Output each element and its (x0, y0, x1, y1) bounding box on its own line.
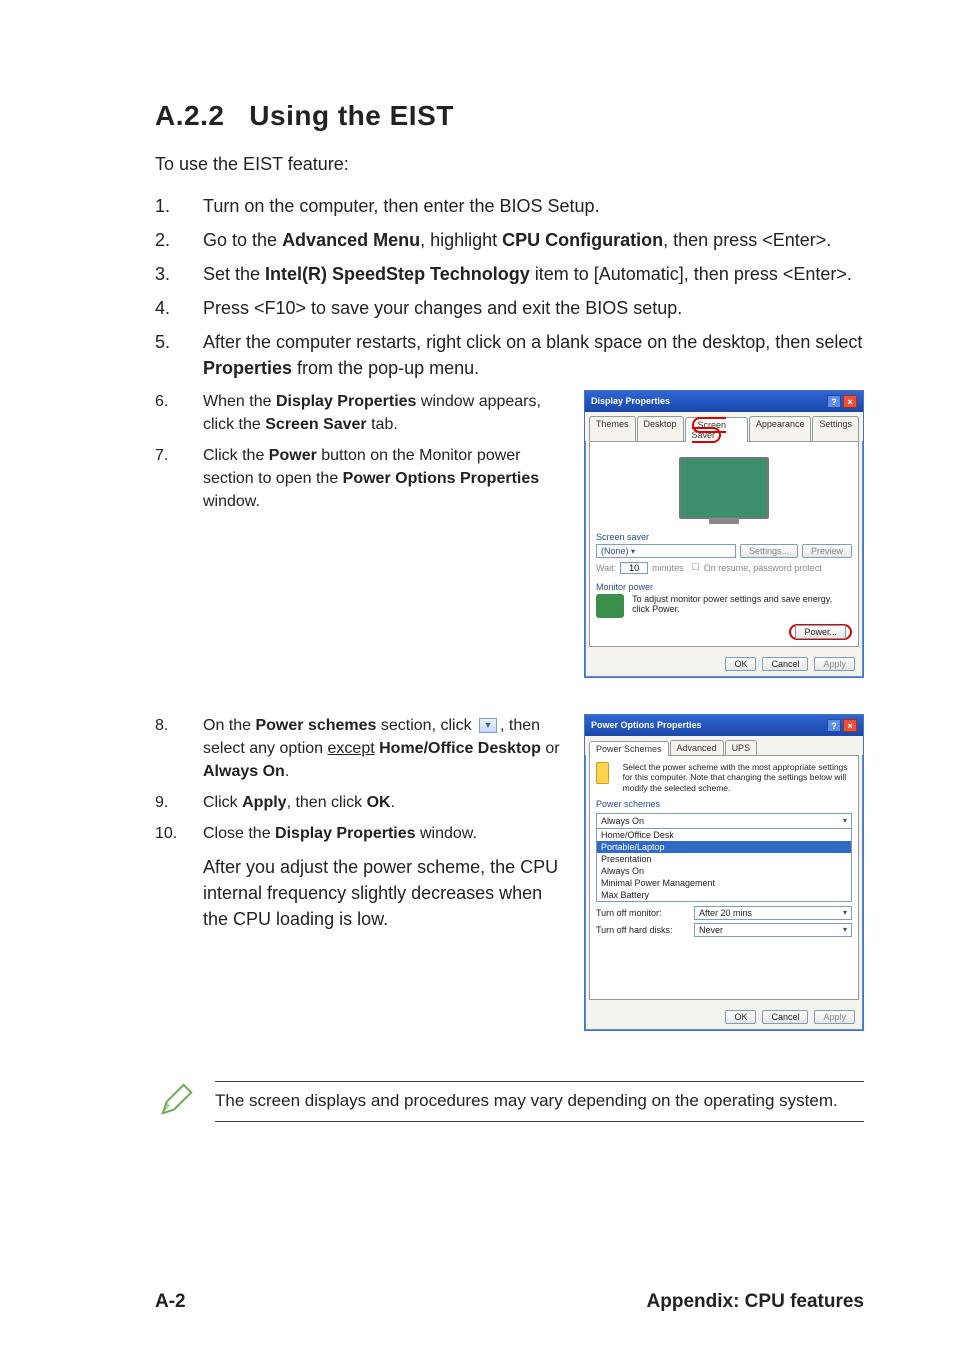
list-item[interactable]: Portable/Laptop (597, 841, 851, 853)
cancel-button[interactable]: Cancel (762, 1010, 808, 1024)
turn-off-disks-select[interactable]: Never▾ (694, 923, 852, 937)
step-number: 5. (155, 329, 203, 381)
help-button[interactable]: ? (827, 719, 841, 732)
battery-icon (596, 762, 609, 784)
cancel-button[interactable]: Cancel (762, 657, 808, 671)
monitor-power-text: To adjust monitor power settings and sav… (632, 594, 852, 616)
wait-input[interactable] (620, 562, 648, 574)
screensaver-select[interactable]: (None) ▾ (596, 544, 736, 558)
apply-button[interactable]: Apply (814, 657, 855, 671)
chevron-down-icon: ▾ (843, 908, 847, 918)
preview-button[interactable]: Preview (802, 544, 852, 558)
chevron-down-icon: ▾ (631, 547, 635, 556)
ok-button[interactable]: OK (725, 657, 756, 671)
step-number: 9. (155, 791, 203, 814)
after-step-10-note: After you adjust the power scheme, the C… (203, 854, 564, 932)
tab-desktop[interactable]: Desktop (637, 416, 684, 441)
list-item[interactable]: Always On (597, 865, 851, 877)
intro-text: To use the EIST feature: (155, 154, 864, 175)
steps-8-10: 8. On the Power schemes section, click ▾… (155, 714, 564, 846)
note-text: The screen displays and procedures may v… (215, 1084, 864, 1119)
list-item[interactable]: Max Battery (597, 889, 851, 901)
highlight-oval: Screen Saver (692, 417, 727, 443)
tab-ups[interactable]: UPS (725, 740, 758, 755)
step-10: Close the Display Properties window. (203, 822, 564, 845)
step-number: 6. (155, 390, 203, 436)
note-separator (215, 1121, 864, 1122)
chevron-down-icon: ▾ (843, 925, 847, 935)
close-button[interactable]: × (843, 719, 857, 732)
footer-title: Appendix: CPU features (647, 1291, 864, 1313)
tab-screensaver[interactable]: Screen Saver (685, 417, 748, 442)
tab-themes[interactable]: Themes (589, 416, 636, 441)
turn-off-monitor-select[interactable]: After 20 mins▾ (694, 906, 852, 920)
step-9: Click Apply, then click OK. (203, 791, 564, 814)
help-button[interactable]: ? (827, 395, 841, 408)
dialog-tabs: Power Schemes Advanced UPS (585, 736, 863, 755)
step-number: 2. (155, 227, 203, 253)
section-heading: A.2.2 Using the EIST (155, 100, 864, 132)
power-schemes-label: Power schemes (596, 799, 852, 809)
ok-button[interactable]: OK (725, 1010, 756, 1024)
steps-list: 1. Turn on the computer, then enter the … (155, 193, 864, 382)
step-number: 1. (155, 193, 203, 219)
screensaver-group-label: Screen saver (596, 532, 852, 542)
section-number: A.2.2 (155, 100, 224, 131)
note-block: The screen displays and procedures may v… (155, 1079, 864, 1124)
dialog-tabs: Themes Desktop Screen Saver Appearance S… (585, 412, 863, 441)
resume-checkbox-label: On resume, password protect (704, 563, 822, 573)
pencil-note-icon (155, 1079, 197, 1121)
step-4: Press <F10> to save your changes and exi… (203, 295, 864, 321)
energy-star-icon (596, 594, 624, 618)
chevron-down-icon: ▾ (843, 816, 847, 825)
power-scheme-options: Home/Office Desk Portable/Laptop Present… (597, 829, 851, 901)
turn-off-monitor-label: Turn off monitor: (596, 908, 688, 918)
step-number: 10. (155, 822, 203, 845)
screensaver-settings-button[interactable]: Settings... (740, 544, 798, 558)
tab-advanced[interactable]: Advanced (670, 740, 724, 755)
dialog-titlebar: Display Properties ? × (585, 391, 863, 412)
wait-label: Wait: (596, 563, 616, 573)
dialog-title: Display Properties (591, 396, 670, 406)
monitor-preview (596, 452, 852, 524)
step-7: Click the Power button on the Monitor po… (203, 444, 564, 514)
tab-settings[interactable]: Settings (812, 416, 859, 441)
display-properties-dialog: Display Properties ? × Themes Desktop Sc… (584, 390, 864, 678)
list-item[interactable]: Minimal Power Management (597, 877, 851, 889)
dialog-title: Power Options Properties (591, 720, 702, 730)
step-number: 7. (155, 444, 203, 514)
dialog-titlebar: Power Options Properties ? × (585, 715, 863, 736)
page-footer: A-2 Appendix: CPU features (155, 1291, 864, 1313)
monitor-power-label: Monitor power (596, 582, 852, 592)
page-number: A-2 (155, 1291, 186, 1313)
dropdown-icon: ▾ (479, 718, 497, 733)
turn-off-disks-label: Turn off hard disks: (596, 925, 688, 935)
step-8: On the Power schemes section, click ▾, t… (203, 714, 564, 784)
close-button[interactable]: × (843, 395, 857, 408)
step-6: When the Display Properties window appea… (203, 390, 564, 436)
apply-button[interactable]: Apply (814, 1010, 855, 1024)
step-number: 4. (155, 295, 203, 321)
section-title-text: Using the EIST (249, 100, 454, 131)
power-scheme-dropdown[interactable]: Always On ▾ Home/Office Desk Portable/La… (596, 813, 852, 902)
step-1: Turn on the computer, then enter the BIO… (203, 193, 864, 219)
step-5: After the computer restarts, right click… (203, 329, 864, 381)
tab-power-schemes[interactable]: Power Schemes (589, 741, 669, 756)
tab-appearance[interactable]: Appearance (749, 416, 812, 441)
steps-6-7: 6. When the Display Properties window ap… (155, 390, 564, 514)
note-separator (215, 1081, 864, 1082)
power-scheme-selected: Always On ▾ (597, 814, 851, 829)
list-item[interactable]: Home/Office Desk (597, 829, 851, 841)
step-number: 8. (155, 714, 203, 784)
power-button[interactable]: Power... (795, 625, 846, 639)
step-3: Set the Intel(R) SpeedStep Technology it… (203, 261, 864, 287)
step-number: 3. (155, 261, 203, 287)
wait-minutes-label: minutes (652, 563, 684, 573)
power-schemes-description: Select the power scheme with the most ap… (623, 762, 852, 794)
power-options-dialog: Power Options Properties ? × Power Schem… (584, 714, 864, 1032)
highlight-oval: Power... (789, 624, 852, 640)
list-item[interactable]: Presentation (597, 853, 851, 865)
step-2: Go to the Advanced Menu, highlight CPU C… (203, 227, 864, 253)
